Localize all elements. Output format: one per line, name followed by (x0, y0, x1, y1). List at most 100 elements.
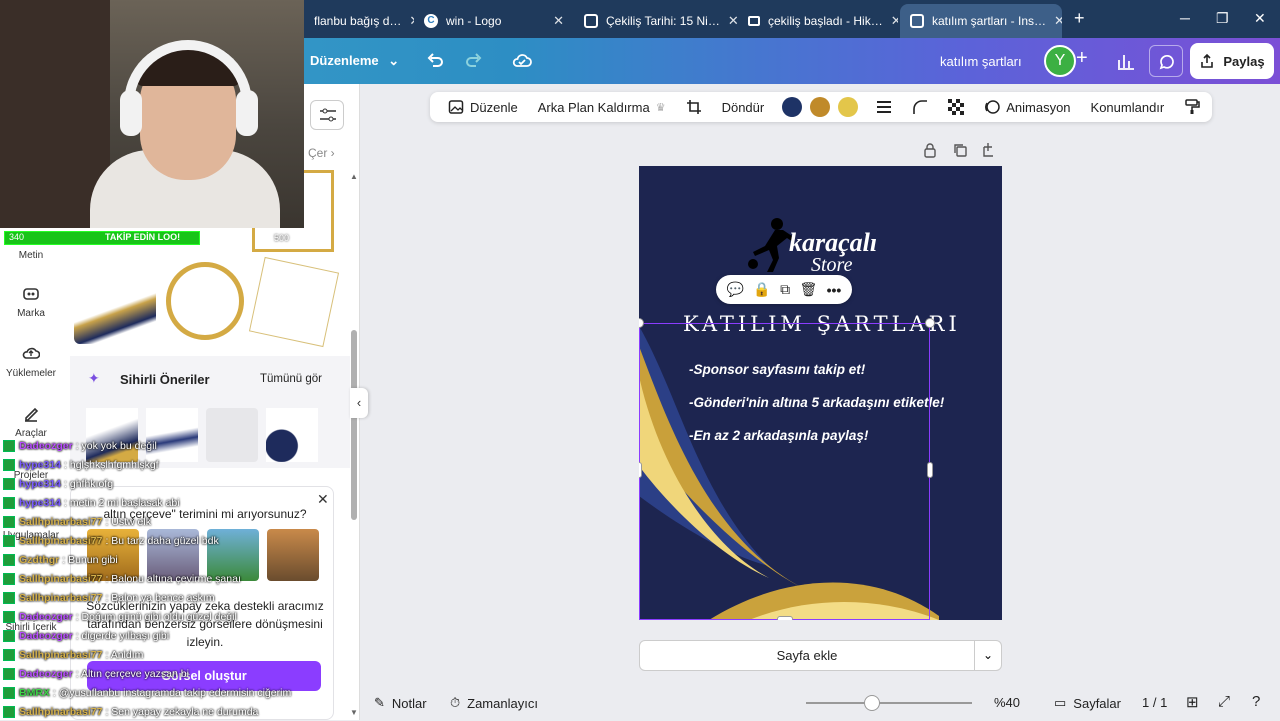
close-icon[interactable]: ✕ (1054, 13, 1062, 29)
brand-icon (23, 288, 39, 300)
close-icon[interactable]: ✕ (553, 13, 564, 29)
close-icon[interactable]: ✕ (891, 13, 898, 29)
bg-remover-button[interactable]: Arka Plan Kaldırma ♛ (528, 100, 676, 115)
chat-text: : Altın çerçeve yazsan bi (75, 667, 189, 680)
resize-handle[interactable] (639, 462, 642, 478)
design-page[interactable]: karaçalı Store KATILIM ŞARTLARI -Sponsor… (639, 166, 1002, 620)
new-tab-button[interactable]: + (1074, 8, 1085, 29)
webcam-overlay (0, 0, 304, 228)
cloud-saved-icon[interactable] (512, 51, 532, 69)
browser-tab[interactable]: çekiliş başladı - Hik… ✕ (738, 4, 898, 38)
headphone-cup (236, 90, 258, 136)
more-options-icon[interactable]: ••• (827, 282, 842, 298)
page-count[interactable]: 1 / 1 (1142, 695, 1167, 710)
pages-label: Sayfalar (1073, 695, 1121, 711)
comments-button[interactable] (1149, 45, 1183, 77)
browser-tab[interactable]: Çekiliş Tarihi: 15 Ni… ✕ (574, 4, 738, 38)
resize-handle[interactable] (927, 462, 933, 478)
add-collaborator-icon[interactable]: + (1076, 47, 1088, 70)
browser-tab-active[interactable]: katılım şartları - Ins… ✕ (900, 4, 1062, 38)
bg-remover-label: Arka Plan Kaldırma (537, 99, 650, 115)
color-swatch[interactable] (810, 97, 831, 117)
panel-scrollbar[interactable]: ▲ ▼ (350, 172, 358, 720)
browser-tab[interactable]: C win - Logo ✕ (414, 4, 574, 38)
chat-message: Sallhpinarbasi77: Sen yapay zekayla ne d… (0, 702, 258, 721)
frame-thumbnail[interactable] (248, 256, 340, 348)
edit-label: Düzenle (470, 99, 518, 115)
resize-handle[interactable] (777, 616, 793, 620)
add-page-icon[interactable] (982, 142, 998, 158)
collapse-panel-button[interactable]: ‹ (350, 388, 368, 418)
position-button[interactable]: Konumlandır (1081, 100, 1175, 115)
element-floating-menu: 💬 🔒 ⧉ 🗑 ••• (716, 275, 852, 304)
brand-subtitle[interactable]: Store (811, 254, 852, 277)
scroll-up-icon[interactable]: ▲ (350, 172, 358, 181)
chat-message: Sallhpinarbasi77: Anldım (0, 645, 143, 664)
zoom-level[interactable]: %40 (994, 695, 1020, 710)
nav-item-brand[interactable]: Marka (0, 284, 62, 319)
scrollbar-thumb[interactable] (351, 330, 357, 520)
redo-icon[interactable] (465, 52, 483, 70)
category-label[interactable]: Çer › (308, 146, 335, 160)
selection-box[interactable] (639, 323, 930, 620)
duplicate-page-icon[interactable] (952, 142, 968, 158)
chat-text: : Doğum günü gibi oldu güzel değil (75, 610, 237, 623)
lock-icon[interactable] (922, 142, 938, 158)
add-page-dropdown[interactable]: ⌄ (974, 640, 1002, 671)
bottom-bar: ✎ Notlar ⏱ Zamanlayıcı %40 ▭ Sayfalar 1 … (360, 686, 1280, 720)
duplicate-icon[interactable]: ⧉ (780, 281, 790, 298)
pages-button[interactable]: ▭ Sayfalar (1054, 695, 1121, 711)
chat-message: Sallhpinarbasi77: Bu tarz daha güzel bdk (0, 531, 219, 550)
transparency-button[interactable] (938, 99, 974, 115)
maximize-button[interactable]: ❐ (1216, 10, 1229, 27)
see-all-link[interactable]: Tümünü gör (260, 373, 322, 385)
frame-thumbnail[interactable] (74, 260, 156, 344)
add-page-button[interactable]: Sayfa ekle (639, 640, 975, 671)
follow-goal-bar: 340 TAKİP EDİN LOO! (4, 231, 200, 245)
close-icon[interactable]: ✕ (728, 13, 738, 29)
color-swatch[interactable] (838, 97, 859, 117)
fullscreen-icon[interactable]: ⤢ (1218, 693, 1230, 710)
canva-icon: C (424, 14, 438, 28)
nav-item-text[interactable]: Metin (0, 250, 62, 261)
comment-add-icon[interactable]: 💬 (727, 281, 744, 298)
trash-icon[interactable]: 🗑 (799, 281, 817, 298)
browser-tab[interactable]: flanbu bağış d… ✕ (304, 4, 414, 38)
resize-handle[interactable] (925, 318, 935, 328)
nav-item-tools[interactable]: Araçlar (0, 404, 62, 439)
edit-menu-label: Düzenleme (310, 53, 379, 68)
color-swatch[interactable] (782, 97, 803, 117)
document-title[interactable]: katılım şartları (940, 54, 1022, 69)
notes-button[interactable]: ✎ Notlar (374, 695, 427, 711)
help-icon[interactable]: ? (1252, 693, 1260, 710)
frame-thumbnail[interactable] (166, 262, 244, 340)
scroll-down-icon[interactable]: ▼ (350, 708, 358, 717)
nav-item-uploads[interactable]: Yüklemeler (0, 344, 62, 379)
chat-text: : metin 2 mi başlasak abi (64, 496, 180, 509)
crop-button[interactable] (676, 99, 712, 115)
chevron-down-icon: ⌄ (388, 53, 400, 68)
animate-button[interactable]: Animasyon (974, 99, 1080, 115)
copy-style-button[interactable] (1174, 99, 1210, 115)
avatar[interactable]: Y (1044, 45, 1076, 77)
grid-view-icon[interactable]: ⊞ (1186, 693, 1199, 711)
minimize-button[interactable]: ─ (1180, 10, 1190, 26)
undo-icon[interactable] (426, 52, 444, 70)
edit-menu[interactable]: Düzenleme ⌄ (310, 53, 399, 69)
chat-text: : ghfhkıofg (64, 477, 114, 490)
chat-text: : Bunun gibi (62, 553, 118, 566)
insights-icon[interactable] (1116, 51, 1136, 71)
share-button[interactable]: Paylaş (1190, 43, 1274, 79)
close-window-button[interactable]: ✕ (1254, 10, 1266, 27)
sparkle-icon: ✦ (88, 370, 100, 386)
edit-image-button[interactable]: Düzenle (438, 99, 528, 115)
zoom-slider-thumb[interactable] (864, 695, 881, 711)
lock-icon[interactable]: 🔒 (753, 281, 770, 298)
rotate-button[interactable]: Döndür (712, 100, 775, 115)
zoom-slider[interactable] (806, 702, 972, 704)
corner-radius-button[interactable] (902, 99, 938, 115)
timer-button[interactable]: ⏱ Zamanlayıcı (450, 695, 538, 711)
nav-label: Marka (17, 308, 45, 319)
filter-button[interactable] (310, 100, 344, 130)
border-style-button[interactable] (866, 100, 902, 114)
